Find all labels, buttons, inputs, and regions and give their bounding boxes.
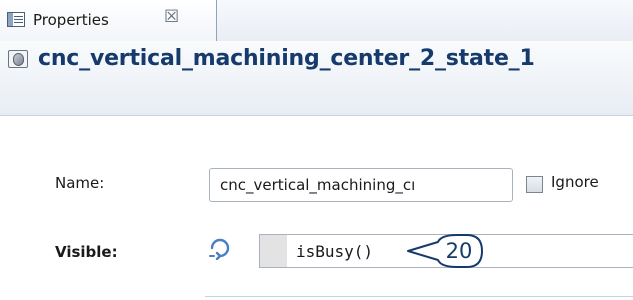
close-icon[interactable]: ☒: [164, 9, 179, 26]
visible-expression-text: isBusy(): [296, 242, 374, 261]
view-tab-bar: Properties ☒: [0, 0, 633, 42]
tab-properties[interactable]: Properties ☒: [0, 0, 217, 41]
code-gutter: [260, 235, 287, 267]
name-label: Name:: [55, 174, 105, 192]
properties-view-icon: [7, 12, 25, 27]
dynamic-value-icon[interactable]: [208, 236, 232, 260]
page-title: cnc_vertical_machining_center_2_state_1: [38, 46, 535, 71]
callout-number: 20: [445, 239, 473, 263]
name-field[interactable]: cnc_vertical_machining_cı: [209, 168, 513, 202]
object-state-icon: [8, 50, 28, 68]
ignore-label: Ignore: [551, 173, 599, 191]
visible-label: Visible:: [55, 243, 118, 261]
ignore-checkbox[interactable]: [526, 176, 543, 193]
divider: [205, 296, 633, 297]
tab-label: Properties: [33, 11, 109, 29]
